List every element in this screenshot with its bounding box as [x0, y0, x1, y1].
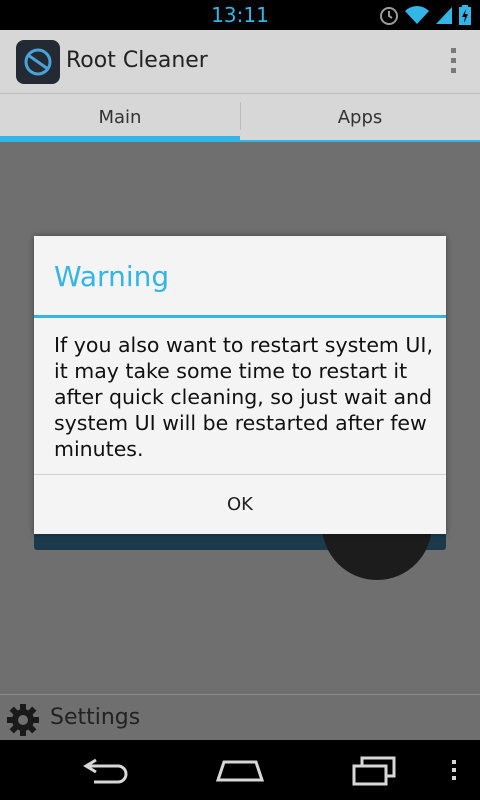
battery-icon — [459, 5, 471, 25]
tab-apps[interactable]: Apps — [240, 94, 480, 142]
action-bar: Root Cleaner — [0, 30, 480, 94]
dialog-message: If you also want to restart system UI, i… — [54, 333, 433, 461]
dialog-title: Warning — [54, 260, 170, 293]
warning-dialog: Warning If you also want to restart syst… — [34, 236, 446, 534]
dialog-title-divider — [34, 315, 446, 318]
signal-icon — [436, 7, 452, 24]
alarm-icon — [380, 7, 398, 25]
back-icon[interactable] — [82, 754, 132, 786]
app-title: Root Cleaner — [66, 48, 208, 73]
tab-divider — [240, 102, 241, 130]
menu-icon[interactable] — [448, 754, 460, 786]
navigation-bar — [0, 740, 480, 800]
home-icon[interactable] — [214, 754, 266, 786]
recents-icon[interactable] — [350, 754, 400, 786]
status-bar: 13:11 — [0, 0, 480, 30]
settings-label: Settings — [50, 705, 141, 730]
gear-icon — [7, 704, 39, 736]
root-cleaner-app-icon[interactable] — [16, 40, 60, 84]
tab-main[interactable]: Main — [0, 94, 240, 142]
overflow-menu-icon[interactable] — [451, 48, 456, 73]
wifi-icon — [405, 6, 429, 24]
ok-button[interactable]: OK — [34, 475, 446, 534]
status-icons — [378, 4, 472, 26]
settings-bar[interactable]: Settings — [0, 694, 480, 740]
